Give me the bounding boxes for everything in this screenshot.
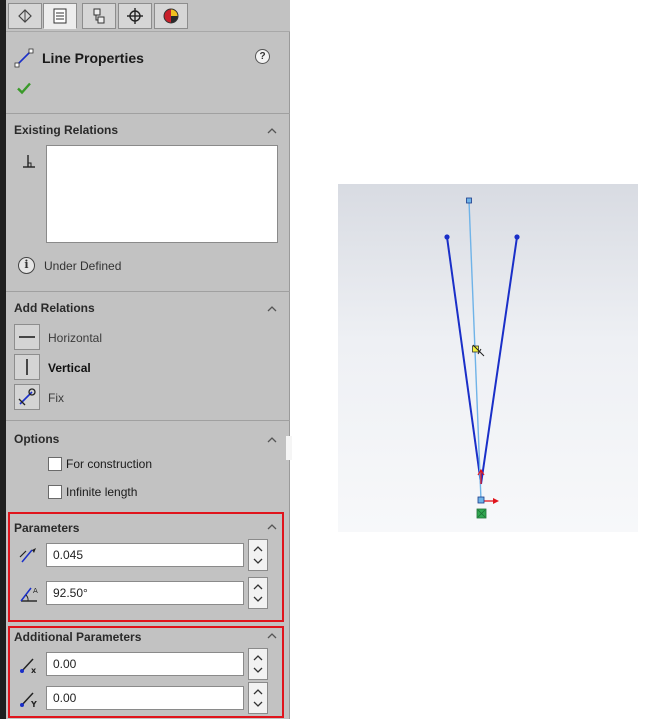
sketch-line-right[interactable]: [480, 236, 518, 485]
divider: [6, 420, 290, 421]
endpoint[interactable]: [444, 234, 450, 240]
tab-configuration-manager[interactable]: [82, 3, 116, 29]
splitter-handle[interactable]: [286, 436, 292, 460]
chevron-up-icon[interactable]: [267, 126, 277, 136]
chevron-up-icon[interactable]: [267, 435, 277, 445]
checkmark-icon[interactable]: [16, 80, 32, 96]
tab-display-manager[interactable]: [154, 3, 188, 29]
options-title: Options: [14, 432, 60, 446]
existing-relations-title: Existing Relations: [14, 123, 119, 137]
property-manager-panel: Line Properties ? Existing Relations i U…: [0, 0, 290, 719]
graphics-area[interactable]: [338, 184, 638, 532]
property-manager-icon: [53, 8, 67, 24]
fix-relation-button[interactable]: [14, 384, 40, 410]
tab-dimxpert-manager[interactable]: [118, 3, 152, 29]
fix-icon: [18, 388, 36, 406]
additional-parameters-highlight: [8, 626, 284, 718]
chevron-up-icon[interactable]: [267, 304, 277, 314]
sketch-canvas[interactable]: [338, 184, 638, 532]
line-start-handle[interactable]: [466, 197, 472, 204]
panel-edge: [0, 0, 6, 719]
line-end-handle[interactable]: [477, 496, 485, 504]
horizontal-label[interactable]: Horizontal: [48, 331, 102, 345]
add-relations-title: Add Relations: [14, 301, 95, 315]
divider: [6, 113, 290, 114]
feature-manager-icon: [18, 9, 32, 23]
display-manager-icon: [163, 8, 179, 24]
tab-feature-manager[interactable]: [8, 3, 42, 29]
panel-header: Line Properties ?: [14, 46, 280, 70]
panel-title: Line Properties: [42, 50, 144, 66]
divider: [6, 291, 290, 292]
help-icon[interactable]: ?: [255, 49, 270, 64]
info-icon: i: [18, 257, 35, 274]
vertical-relation-button[interactable]: [14, 354, 40, 380]
tab-property-manager[interactable]: [43, 3, 77, 29]
horizontal-icon: [19, 336, 35, 338]
horizontal-relation-button[interactable]: [14, 324, 40, 350]
manager-tabs: [6, 0, 290, 32]
infinite-length-label[interactable]: Infinite length: [66, 485, 137, 499]
line-icon: [14, 48, 34, 68]
x-axis-arrowhead: [493, 498, 499, 504]
vertical-label[interactable]: Vertical: [48, 361, 91, 375]
perpendicular-relation-icon: [23, 155, 35, 168]
status-row: i Under Defined: [18, 257, 121, 274]
parameters-highlight: [8, 512, 284, 622]
for-construction-checkbox[interactable]: [48, 457, 62, 471]
existing-relations-list[interactable]: [46, 145, 278, 243]
configuration-manager-icon: [93, 8, 105, 24]
for-construction-label[interactable]: For construction: [66, 457, 152, 471]
infinite-length-checkbox[interactable]: [48, 485, 62, 499]
vertical-icon: [26, 359, 28, 375]
status-text: Under Defined: [44, 258, 122, 273]
endpoint[interactable]: [514, 234, 520, 240]
fix-label[interactable]: Fix: [48, 391, 64, 405]
dimxpert-manager-icon: [127, 8, 143, 24]
